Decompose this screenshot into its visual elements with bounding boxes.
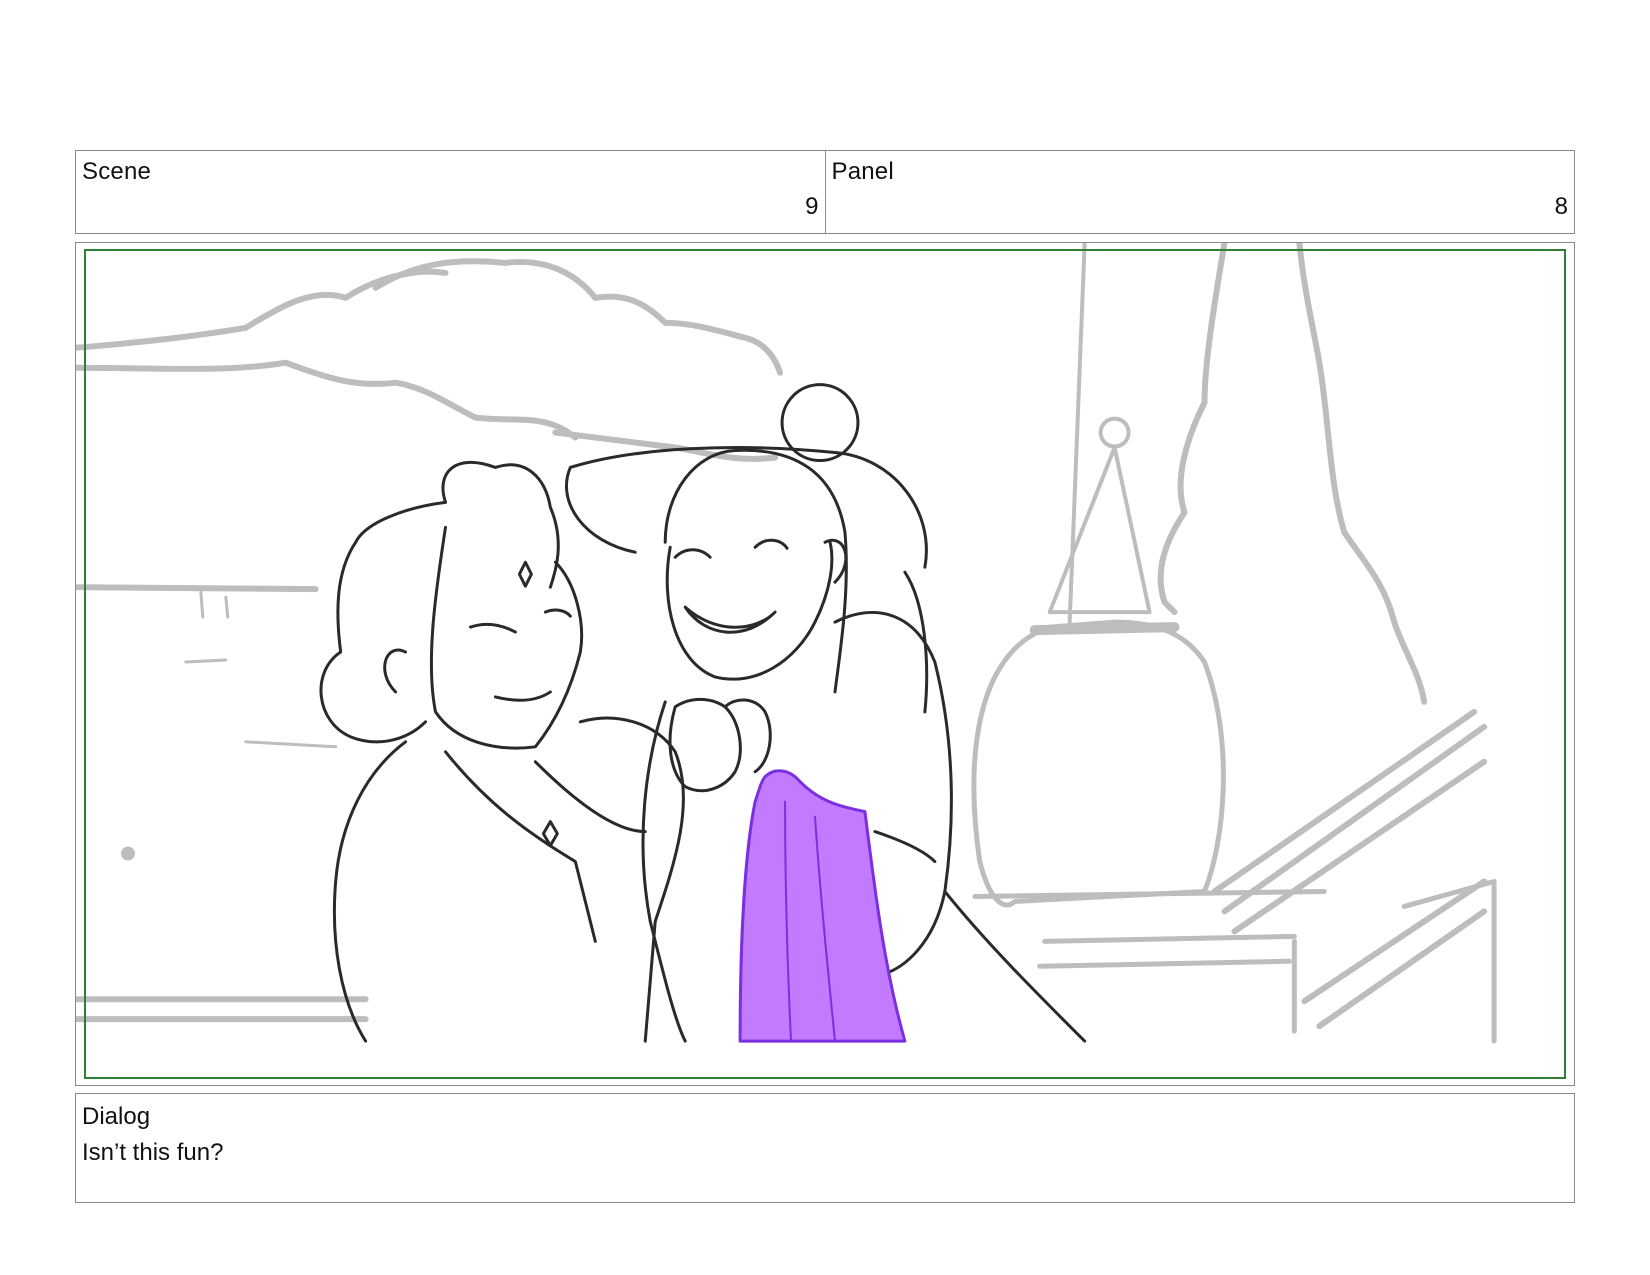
- storyboard-illustration: [76, 243, 1567, 1080]
- tree-outline: [1157, 243, 1228, 616]
- pedestal-wall: [1291, 878, 1497, 1044]
- panel-cell: Panel 8: [824, 151, 1575, 233]
- right-character-hat: [564, 446, 928, 569]
- right-character-face: [665, 540, 834, 681]
- dialog-label: Dialog: [82, 1103, 151, 1130]
- left-character-eye: [543, 608, 572, 618]
- scene-cell: Scene 9: [76, 151, 825, 233]
- right-character-mouth: [683, 605, 777, 634]
- storyboard-frame: [75, 242, 1575, 1086]
- cloud-line: [552, 429, 779, 462]
- wall-line: [224, 595, 230, 619]
- spire: [1047, 445, 1152, 615]
- scene-number[interactable]: 9: [805, 193, 818, 221]
- spire-orb: [1098, 416, 1131, 449]
- right-character-eye: [753, 538, 789, 550]
- left-character-ear: [383, 648, 408, 694]
- left-character-hair: [441, 461, 560, 589]
- right-character-ear: [823, 538, 848, 584]
- characters-sketch: [319, 383, 1087, 1043]
- wall-line: [244, 740, 338, 749]
- right-character-hands: [723, 698, 772, 774]
- tree-outline: [1296, 243, 1428, 705]
- tower-pole: [1067, 243, 1087, 625]
- cloud-line: [372, 258, 784, 376]
- urn: [971, 619, 1226, 908]
- pebble: [120, 846, 135, 861]
- wall-line: [76, 584, 319, 593]
- left-character-gem: [517, 560, 533, 588]
- wall-line: [184, 658, 228, 664]
- left-character-body: [332, 740, 647, 1043]
- right-character-eye: [673, 548, 712, 559]
- panel-number[interactable]: 8: [1555, 193, 1568, 221]
- left-character-hair: [319, 500, 448, 744]
- urn-rim: [1029, 622, 1180, 636]
- scene-label: Scene: [82, 158, 152, 185]
- panel-header: Scene 9 Panel 8: [75, 150, 1575, 234]
- left-character-face: [429, 525, 584, 750]
- left-character-eye: [468, 622, 517, 634]
- panel-label: Panel: [831, 158, 894, 185]
- left-character-mouth: [493, 690, 552, 702]
- dialog-text[interactable]: Isn’t this fun?: [82, 1139, 223, 1167]
- right-character-hair: [663, 448, 848, 694]
- dialog-box: Dialog Isn’t this fun?: [75, 1093, 1575, 1203]
- bench: [1211, 708, 1488, 1030]
- wall-line: [199, 590, 205, 619]
- right-character-arm: [873, 830, 937, 864]
- cloud-line: [76, 359, 579, 441]
